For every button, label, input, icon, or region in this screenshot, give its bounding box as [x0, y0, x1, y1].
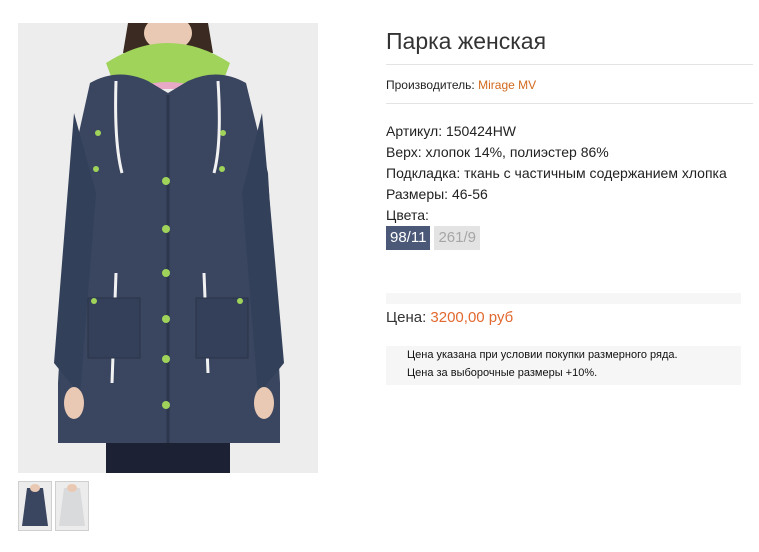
colors-label: Цвета: — [386, 207, 429, 223]
sizes-text: Размеры: 46-56 — [386, 186, 488, 202]
thumbnail-grey[interactable] — [55, 481, 89, 531]
price-note-line-1: Цена указана при условии покупки размерн… — [407, 349, 678, 361]
thumbnail-navy[interactable] — [18, 481, 52, 531]
lining-text: Подкладка: ткань с частичным содержанием… — [386, 165, 727, 181]
manufacturer-line: Производитель: Mirage MV — [386, 78, 536, 92]
color-options: 98/11 261/9 — [386, 226, 480, 250]
product-title: Парка женская — [386, 28, 547, 54]
color-option-98-11[interactable]: 98/11 — [386, 226, 431, 250]
product-main-photo[interactable] — [18, 23, 318, 473]
title-divider — [386, 64, 753, 65]
price-note: Цена указана при условии покупки размерн… — [386, 346, 741, 385]
article-text: Артикул: 150424HW — [386, 123, 517, 139]
product-properties: Артикул: 150424HW Верх: хлопок 14%, поли… — [386, 121, 727, 226]
price-label: Цена: — [386, 309, 427, 326]
price-line: Цена: 3200,00 руб — [386, 309, 513, 326]
manufacturer-label: Производитель: — [386, 78, 475, 92]
price-separator-band — [386, 293, 741, 304]
price-note-line-2: Цена за выборочные размеры +10%. — [407, 367, 598, 379]
manufacturer-link[interactable]: Mirage MV — [478, 78, 536, 92]
maker-divider — [386, 103, 753, 104]
price-value: 3200,00 руб — [430, 309, 514, 326]
material-top-text: Верх: хлопок 14%, полиэстер 86% — [386, 144, 609, 160]
thumbnail-strip — [18, 481, 89, 531]
color-option-261-9[interactable]: 261/9 — [434, 226, 480, 250]
